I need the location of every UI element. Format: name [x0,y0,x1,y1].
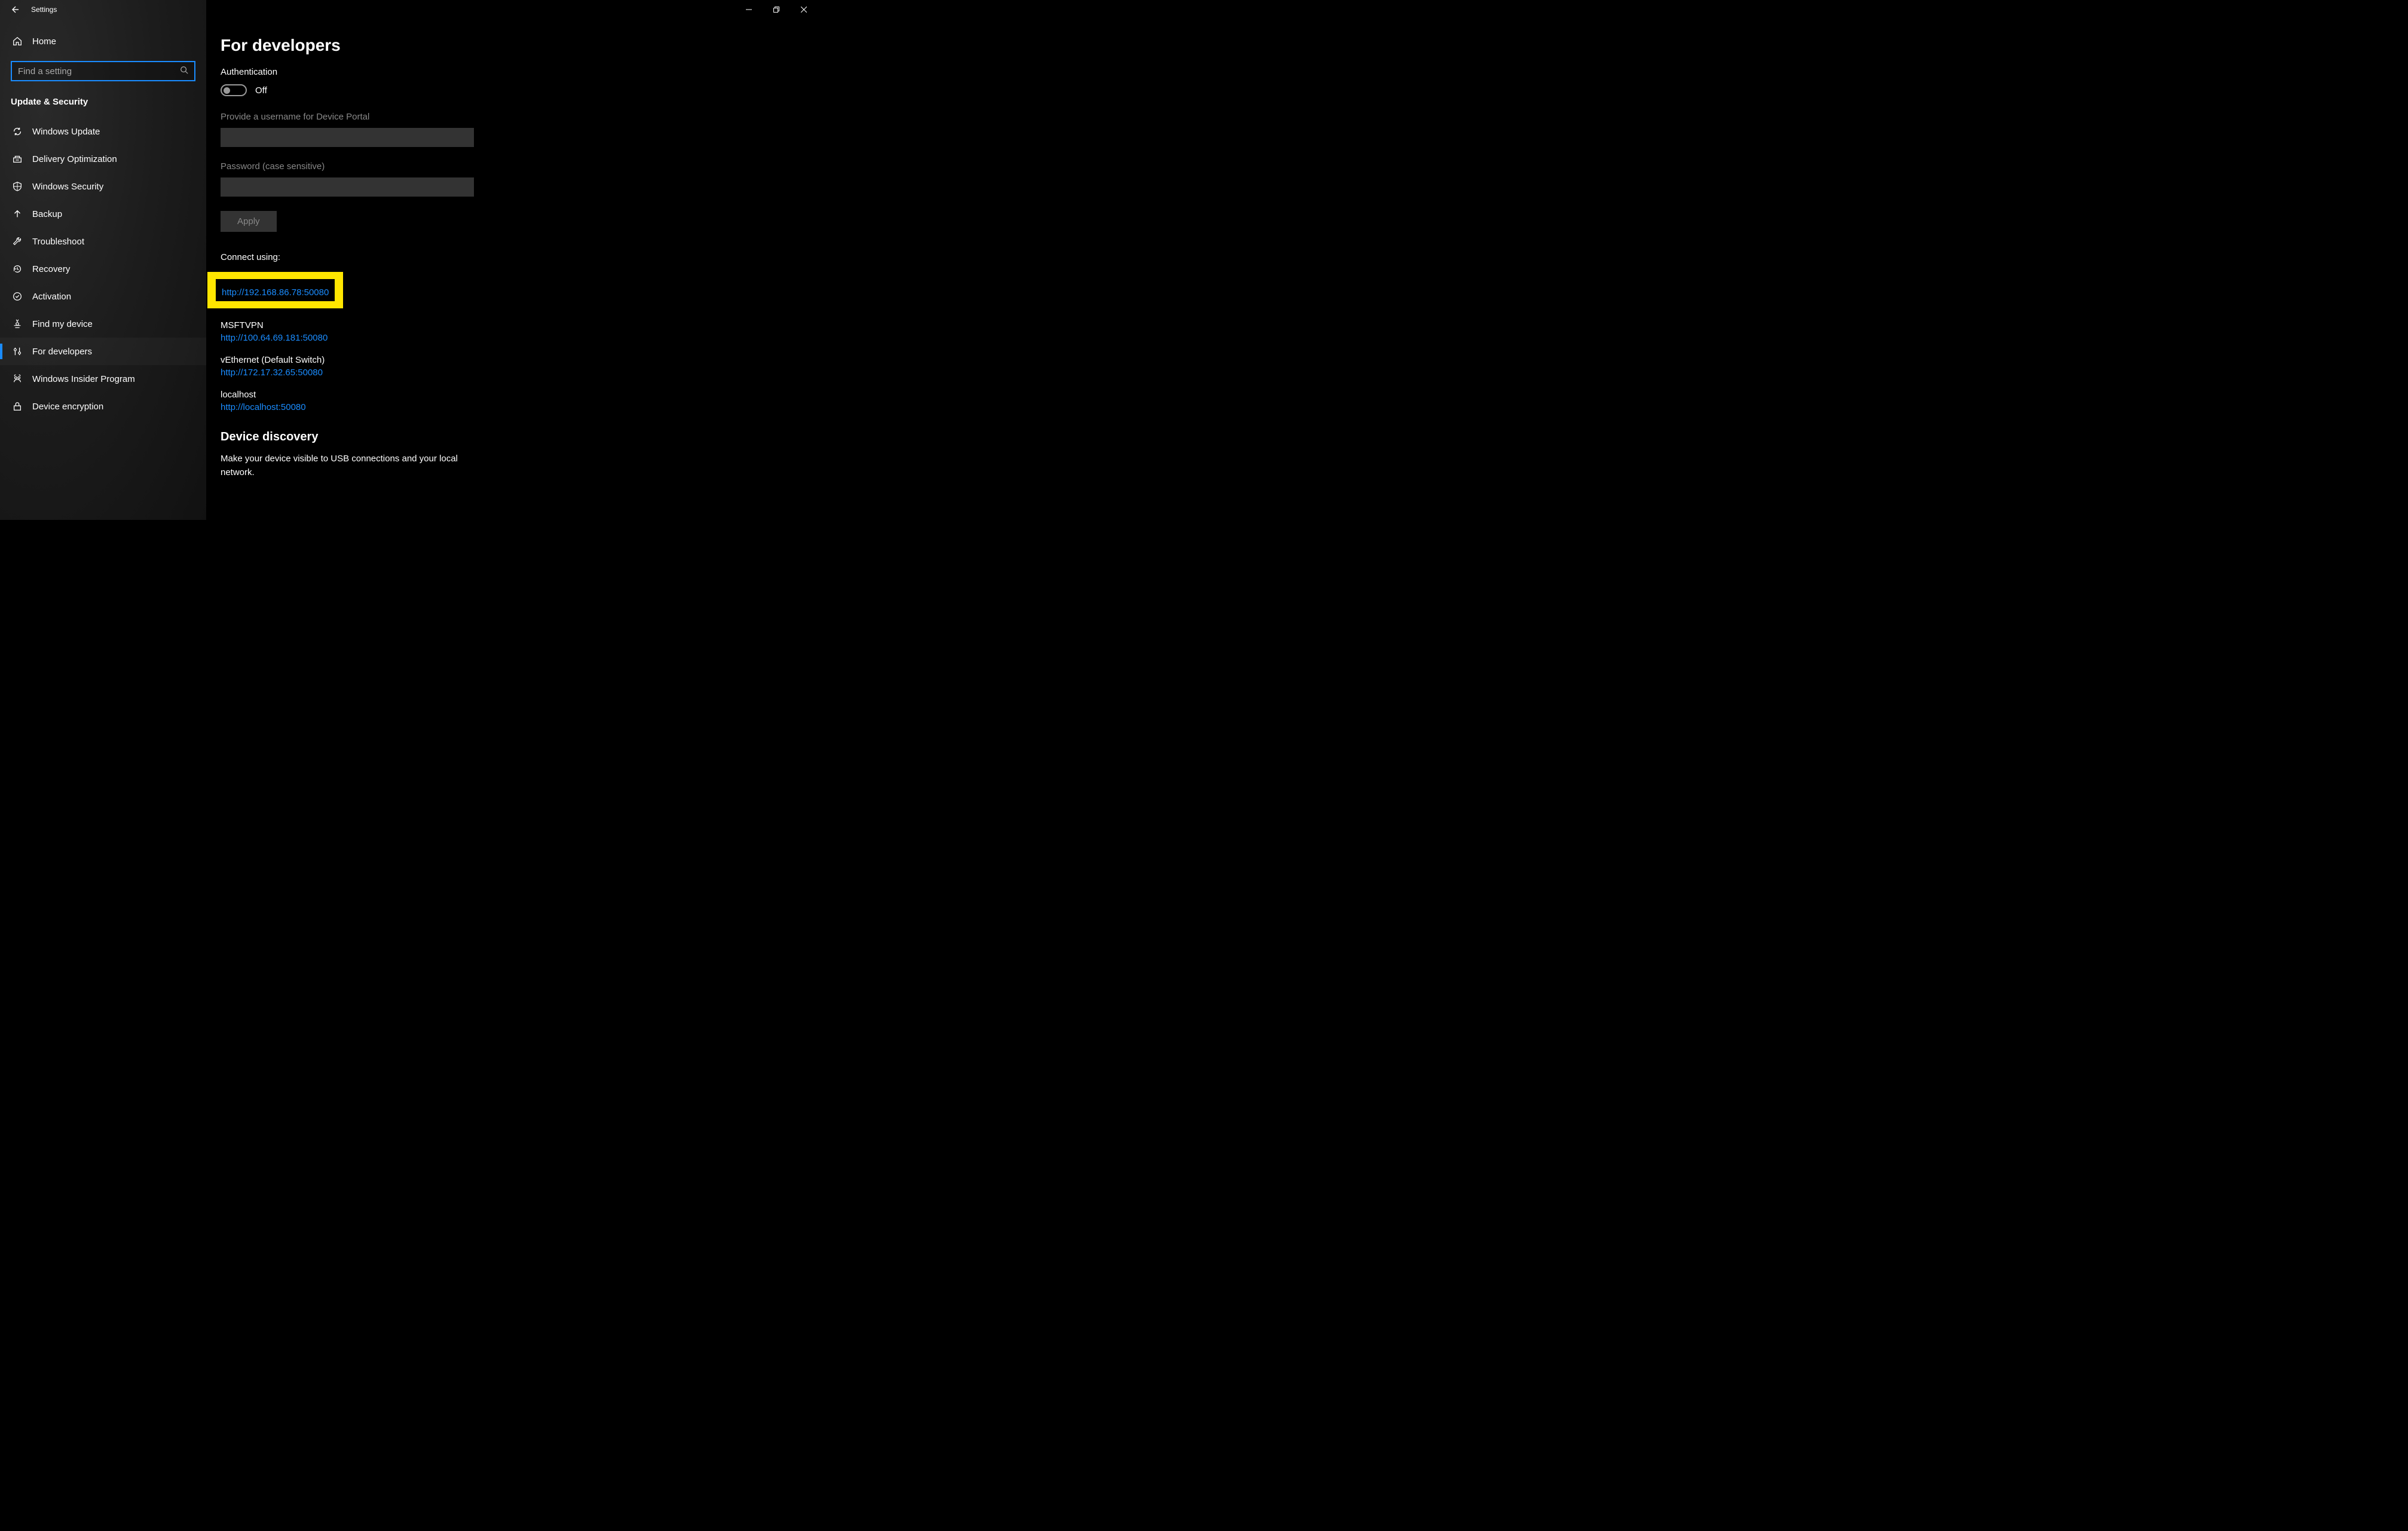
sidebar-item-windows-update[interactable]: Windows Update [0,118,206,145]
home-icon [12,36,23,47]
connection-block: vEthernet (Default Switch) http://172.17… [221,355,670,378]
sidebar-item-activation[interactable]: Activation [0,283,206,310]
auth-heading: Authentication [221,67,670,77]
connect-heading: Connect using: [221,252,670,262]
sidebar-item-troubleshoot[interactable]: Troubleshoot [0,228,206,255]
minimize-icon [746,7,752,13]
close-button[interactable] [790,0,818,19]
highlighted-connection: http://192.168.86.78:50080 [207,272,343,308]
sidebar-category: Update & Security [0,86,206,113]
sidebar-home-label: Home [32,36,56,47]
discovery-description: Make your device visible to USB connecti… [221,452,474,479]
shield-icon [12,181,23,192]
auth-toggle[interactable] [221,84,247,96]
minimize-button[interactable] [735,0,763,19]
sidebar-item-label: Troubleshoot [32,237,84,247]
window-title: Settings [29,5,57,14]
auth-toggle-row: Off [221,84,670,96]
connection-link[interactable]: http://localhost:50080 [221,402,306,412]
sidebar-item-label: Windows Security [32,182,103,192]
back-button[interactable] [0,0,29,19]
sidebar-item-backup[interactable]: Backup [0,200,206,228]
main-panel: For developers Authentication Off Provid… [206,0,818,520]
sidebar-item-label: Backup [32,209,62,219]
sidebar-item-windows-security[interactable]: Windows Security [0,173,206,200]
connection-name: localhost [221,390,670,400]
maximize-button[interactable] [763,0,790,19]
page-title: For developers [221,36,670,55]
settings-window: Settings Home [0,0,818,520]
arrow-left-icon [10,5,19,14]
sliders-icon [12,346,23,357]
window-controls [735,0,818,19]
wrench-icon [12,236,23,247]
arrow-up-icon [12,209,23,219]
sidebar-item-label: Recovery [32,264,70,274]
search-icon [180,66,188,76]
connection-name: MSFTVPN [221,320,670,330]
connection-link[interactable]: http://172.17.32.65:50080 [221,368,323,378]
title-bar: Settings [0,0,818,19]
search-container [0,53,206,86]
sidebar-item-label: Find my device [32,319,93,329]
connection-link[interactable]: http://100.64.69.181:50080 [221,333,328,343]
discovery-heading: Device discovery [221,430,670,444]
password-input[interactable] [221,177,474,197]
username-label: Provide a username for Device Portal [221,112,670,122]
sidebar-item-label: Windows Insider Program [32,374,135,384]
content: For developers Authentication Off Provid… [206,30,684,497]
refresh-icon [12,126,23,137]
sidebar-item-device-encryption[interactable]: Device encryption [0,393,206,420]
location-icon [12,319,23,329]
connection-name [222,283,329,286]
sidebar-item-label: For developers [32,347,92,357]
check-circle-icon [12,291,23,302]
sidebar-item-find-my-device[interactable]: Find my device [0,310,206,338]
username-input[interactable] [221,128,474,147]
connection-block: MSFTVPN http://100.64.69.181:50080 [221,320,670,343]
close-icon [801,7,807,13]
sidebar-nav: Windows Update Delivery Optimization Win… [0,118,206,420]
sidebar-item-delivery-optimization[interactable]: Delivery Optimization [0,145,206,173]
sidebar-item-label: Device encryption [32,402,103,412]
delivery-icon [12,154,23,164]
sidebar-item-for-developers[interactable]: For developers [0,338,206,365]
search-box[interactable] [11,61,195,81]
sidebar-item-windows-insider[interactable]: Windows Insider Program [0,365,206,393]
sidebar-item-recovery[interactable]: Recovery [0,255,206,283]
search-input[interactable] [18,66,180,76]
sidebar: Home Update & Security Windows Update [0,0,206,520]
sidebar-item-label: Activation [32,292,71,302]
maximize-icon [773,7,779,13]
lock-icon [12,401,23,412]
insider-icon [12,373,23,384]
connection-name: vEthernet (Default Switch) [221,355,670,365]
clock-back-icon [12,264,23,274]
password-label: Password (case sensitive) [221,161,670,172]
sidebar-item-label: Windows Update [32,127,100,137]
apply-button[interactable]: Apply [221,211,277,232]
connection-link[interactable]: http://192.168.86.78:50080 [222,287,329,298]
auth-toggle-state: Off [255,85,267,96]
sidebar-item-label: Delivery Optimization [32,154,117,164]
sidebar-home[interactable]: Home [0,30,206,53]
connection-block: localhost http://localhost:50080 [221,390,670,412]
